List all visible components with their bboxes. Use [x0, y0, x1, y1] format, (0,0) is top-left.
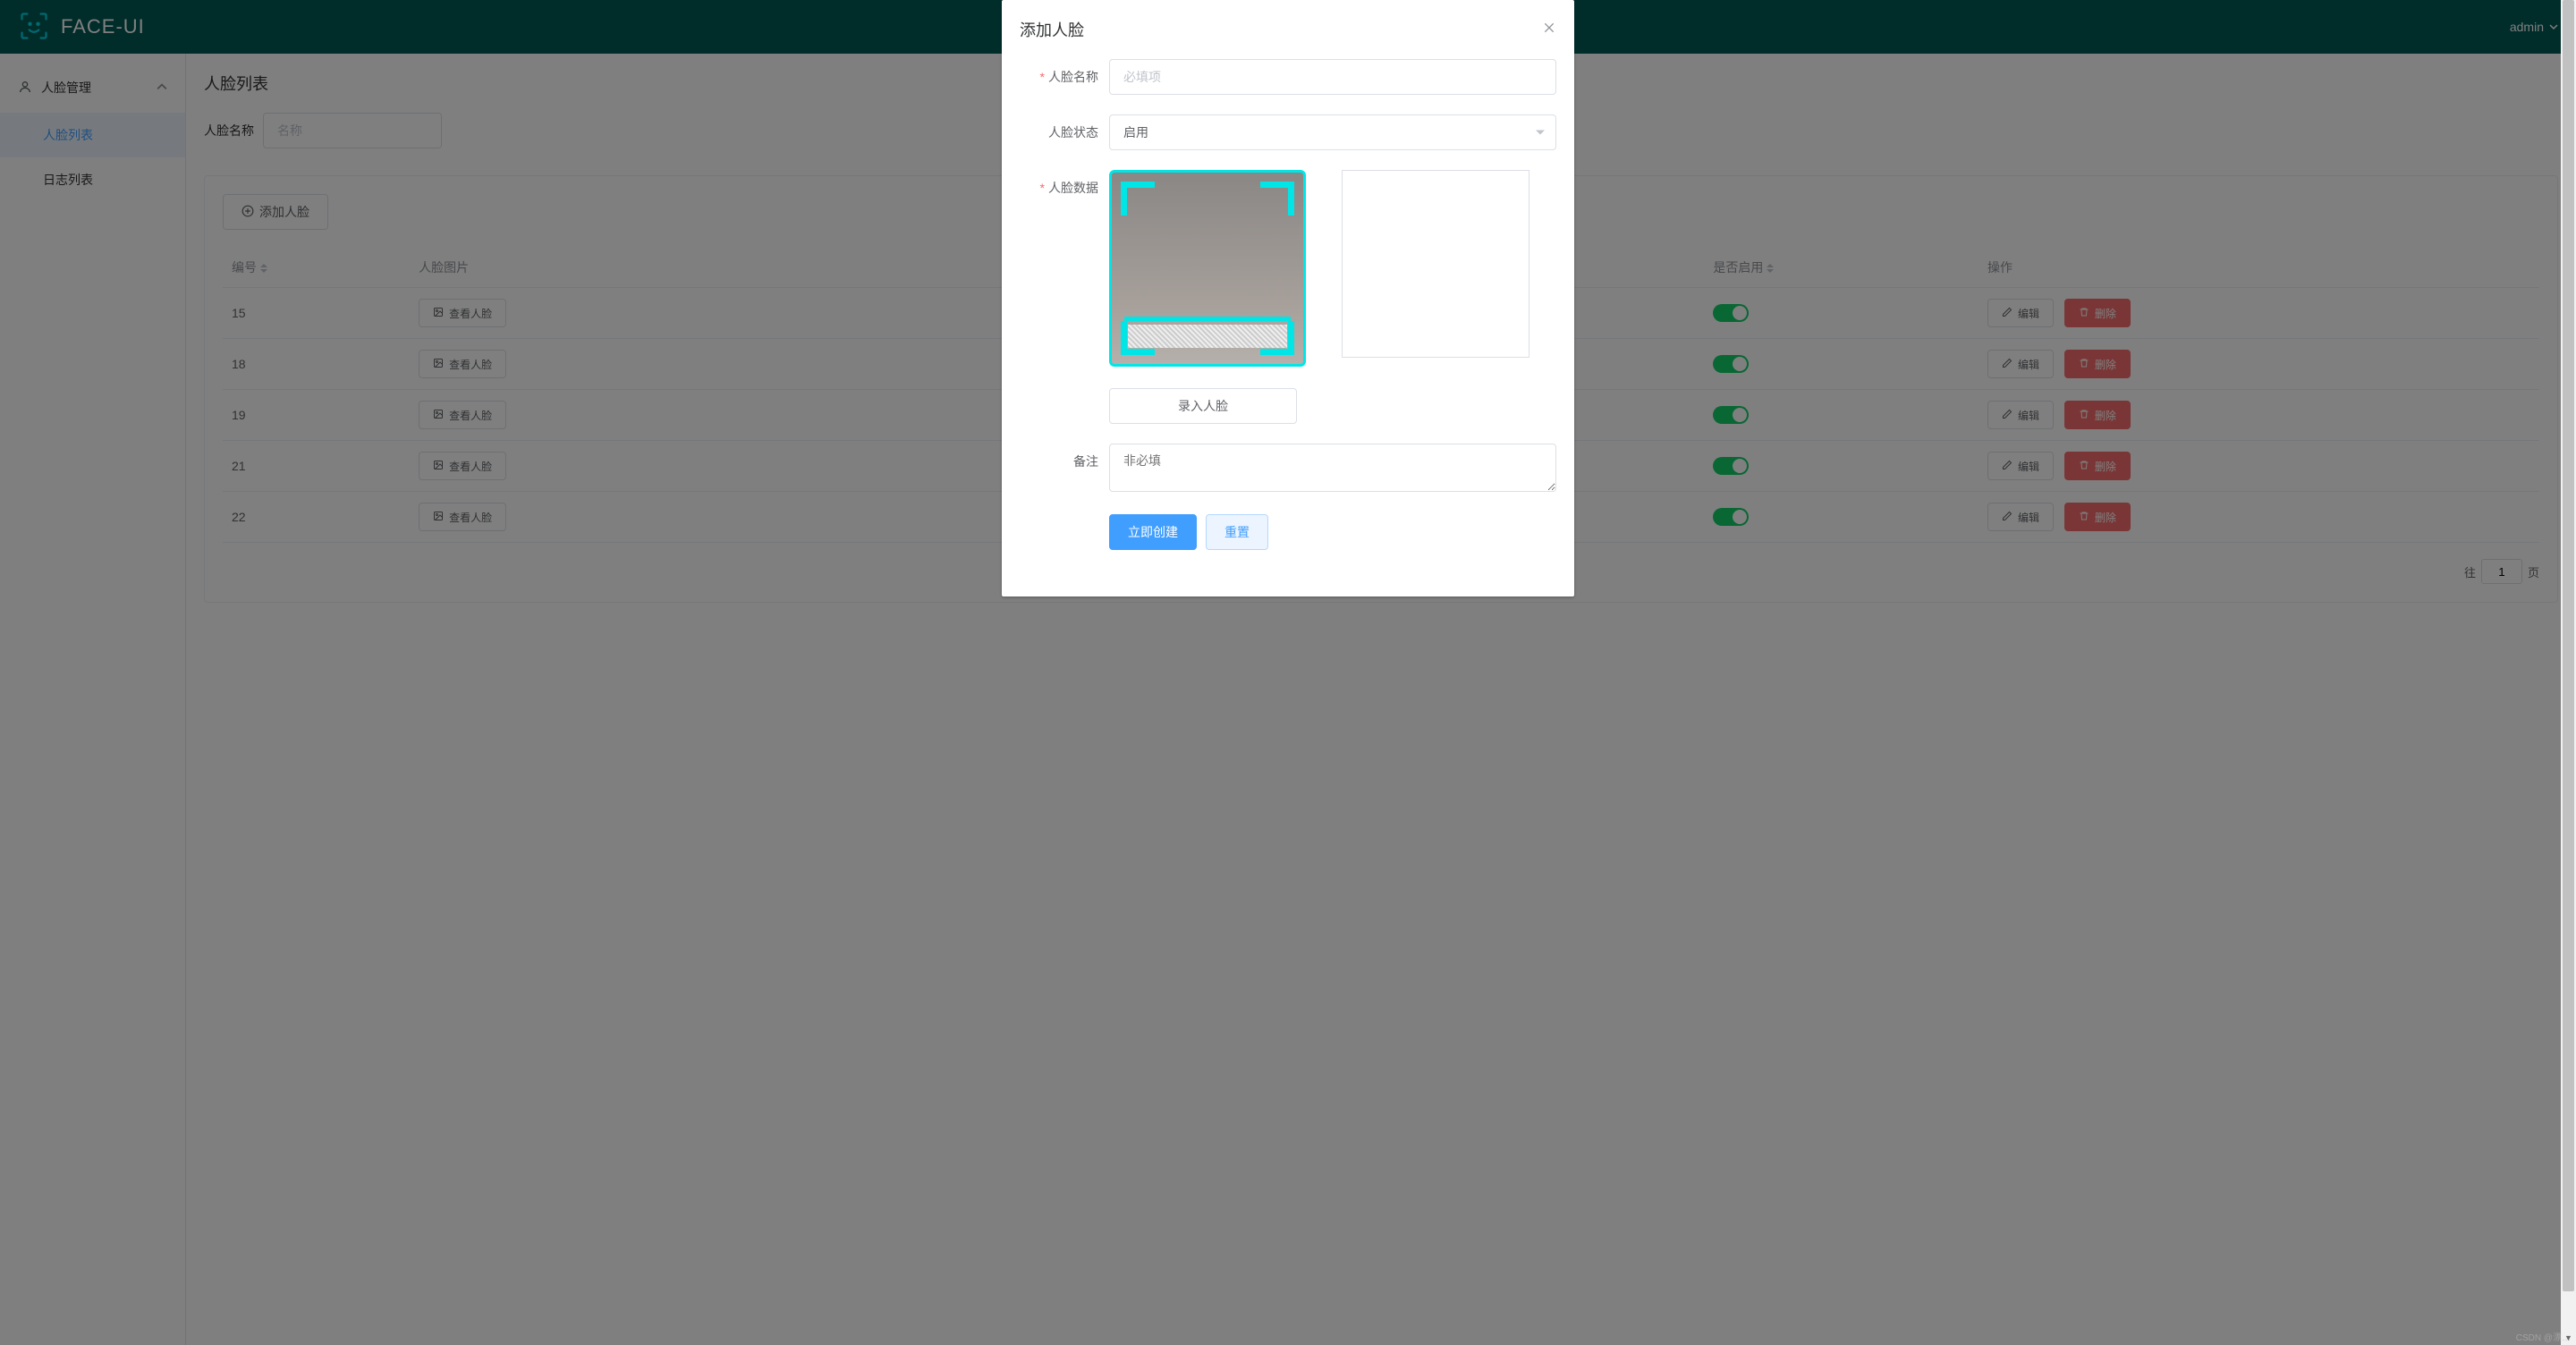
close-icon[interactable]	[1542, 21, 1556, 39]
scrollbar-thumb[interactable]	[2563, 0, 2574, 1291]
add-face-dialog: 添加人脸 *人脸名称 人脸状态 启用 *人脸数据	[1002, 0, 1574, 596]
field-data-label: 人脸数据	[1048, 181, 1098, 195]
face-status-select[interactable]: 启用	[1109, 114, 1556, 150]
watermark: CSDN @漂…	[2516, 1330, 2571, 1343]
reset-button[interactable]: 重置	[1206, 514, 1268, 550]
face-name-input[interactable]	[1109, 59, 1556, 95]
field-name-label: 人脸名称	[1048, 70, 1098, 84]
camera-preview	[1109, 170, 1306, 367]
remark-textarea[interactable]	[1109, 444, 1556, 492]
scan-line-icon	[1124, 317, 1291, 321]
field-status-label: 人脸状态	[1048, 125, 1098, 140]
field-remark-label: 备注	[1073, 454, 1098, 469]
vertical-scrollbar[interactable]: ▲ ▼	[2561, 0, 2576, 1345]
dialog-title: 添加人脸	[1020, 18, 1084, 41]
noise-bar	[1128, 325, 1287, 348]
submit-button[interactable]: 立即创建	[1109, 514, 1197, 550]
capture-result-box	[1342, 170, 1530, 358]
capture-face-button[interactable]: 录入人脸	[1109, 388, 1297, 424]
